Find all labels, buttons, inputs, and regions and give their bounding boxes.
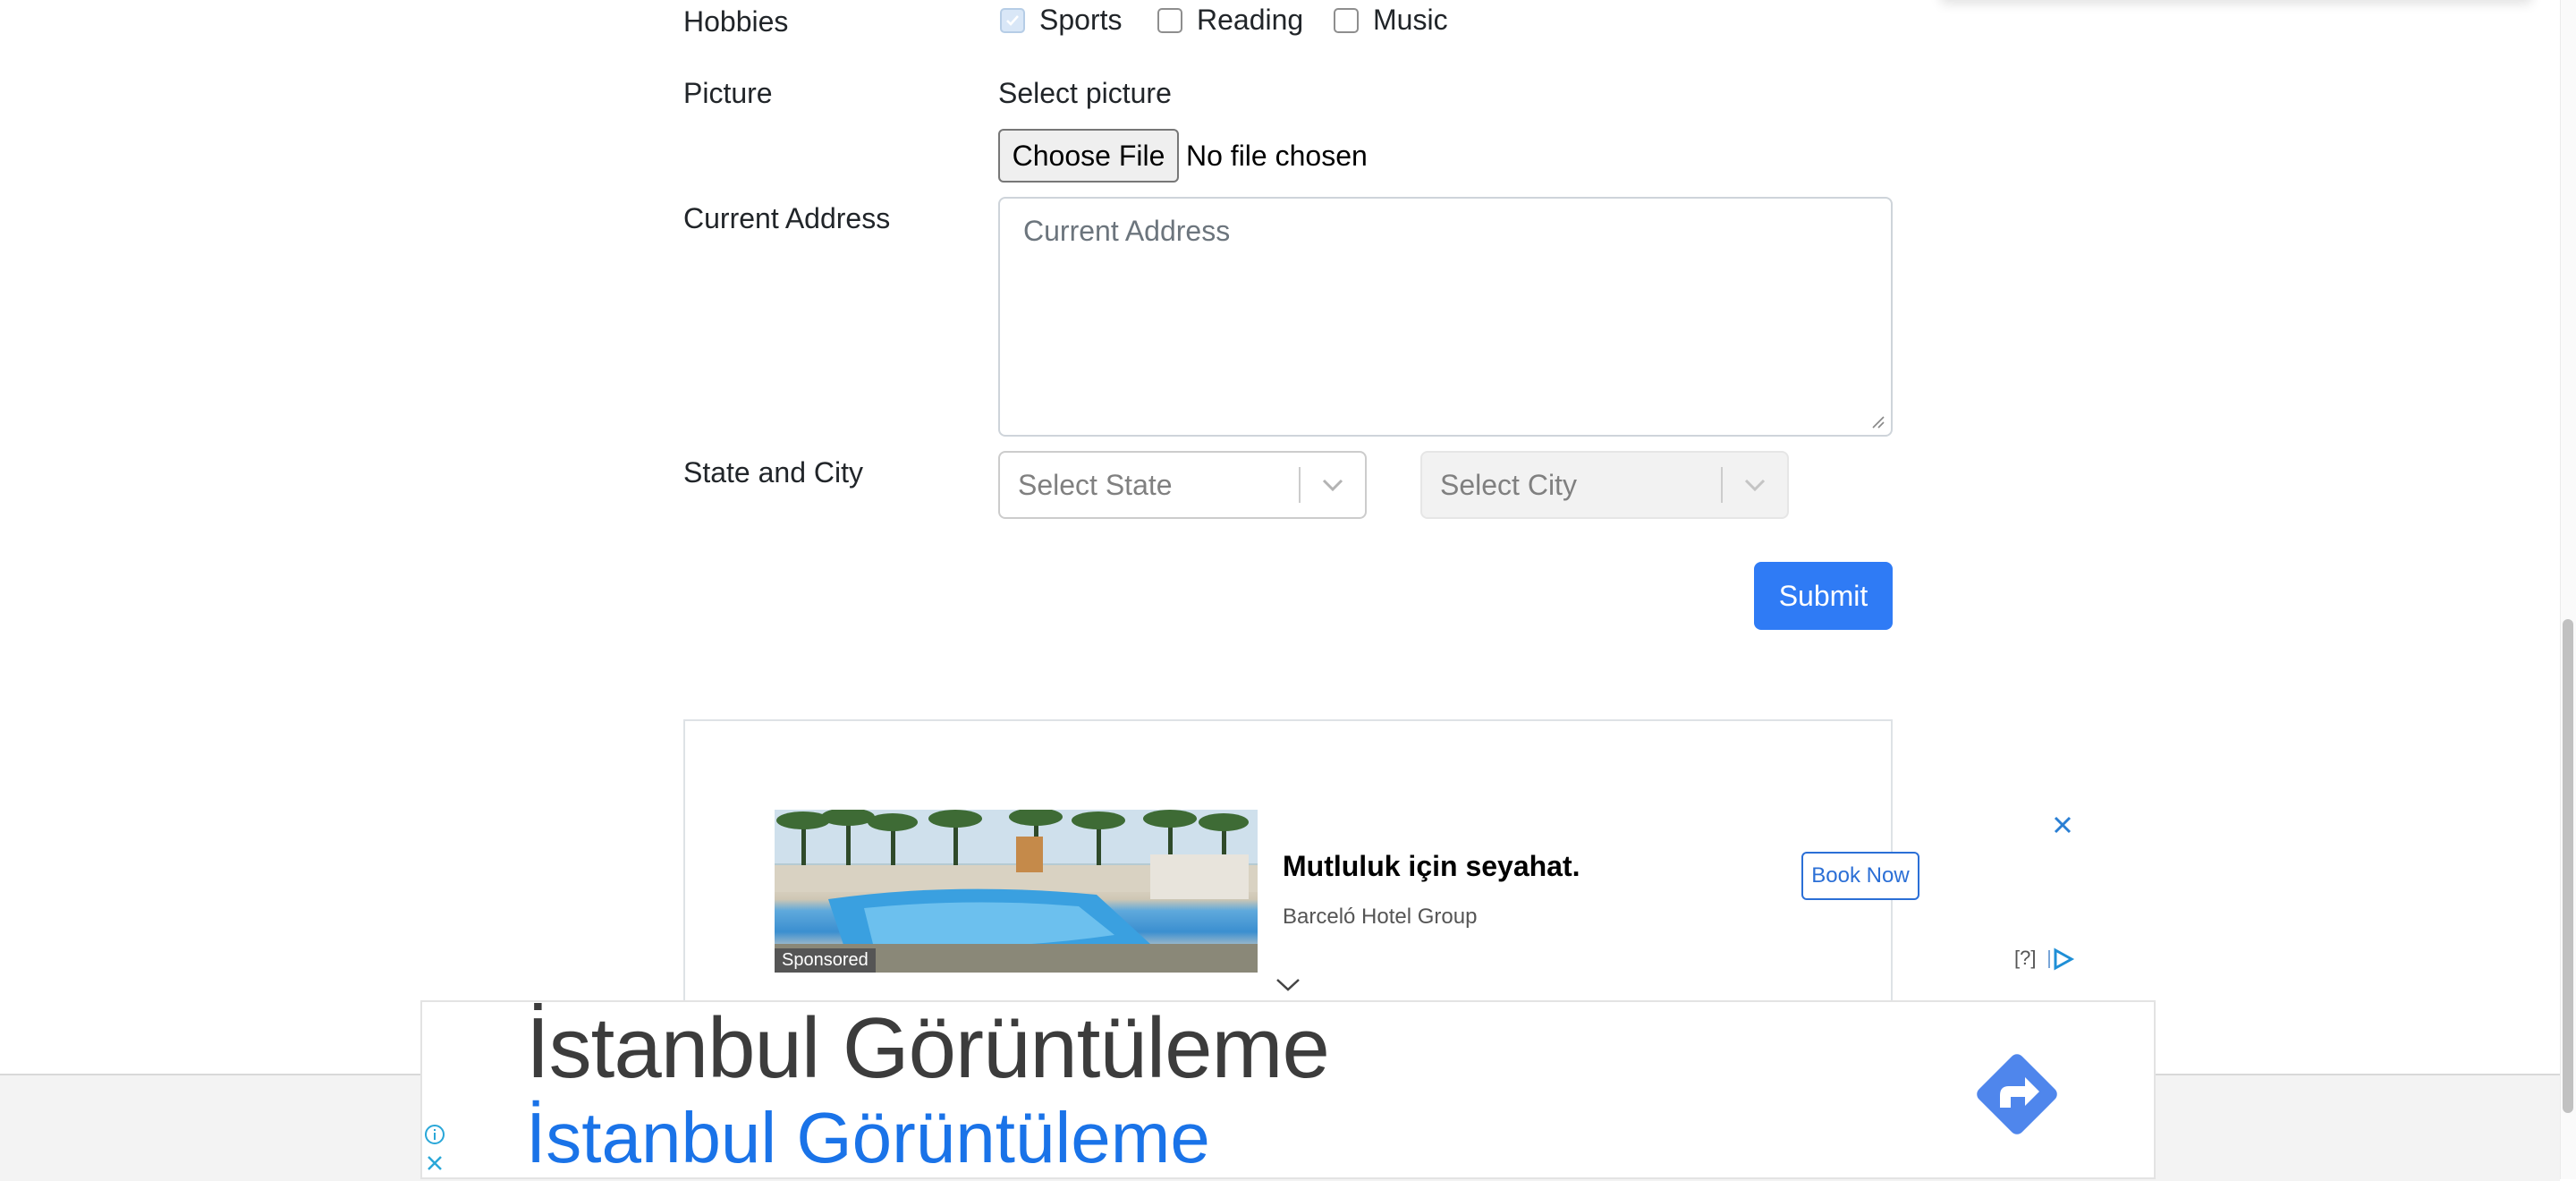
reading-label[interactable]: Reading — [1197, 4, 1303, 37]
info-icon[interactable] — [424, 1124, 445, 1145]
state-placeholder: Select State — [1018, 468, 1173, 501]
music-checkbox[interactable] — [1334, 7, 1359, 33]
adchoices-icon[interactable] — [2046, 947, 2077, 972]
hobby-sports-option[interactable]: Sports — [1000, 4, 1122, 37]
hobby-music-option[interactable]: Music — [1334, 4, 1448, 37]
current-address-label: Current Address — [683, 202, 891, 234]
check-icon — [1006, 14, 1019, 26]
music-label[interactable]: Music — [1373, 4, 1448, 37]
hobbies-label: Hobbies — [683, 5, 789, 38]
city-placeholder: Select City — [1440, 468, 1577, 501]
book-now-button[interactable]: Book Now — [1801, 852, 1919, 900]
ad-advertiser[interactable]: Barceló Hotel Group — [1283, 905, 1477, 930]
chevron-down-icon[interactable] — [1274, 975, 1302, 995]
file-status-text: No file chosen — [1186, 140, 1368, 172]
resize-grip-icon[interactable] — [1869, 413, 1885, 429]
close-icon[interactable] — [424, 1152, 445, 1174]
ad-title[interactable]: Mutluluk için seyahat. — [1283, 850, 1580, 883]
chevron-down-icon[interactable] — [1723, 453, 1787, 517]
current-address-textarea[interactable]: Current Address — [998, 197, 1893, 437]
choose-file-button[interactable]: Choose File — [998, 129, 1179, 183]
picture-label: Picture — [683, 77, 773, 109]
scrollbar-thumb[interactable] — [2563, 619, 2573, 1113]
chevron-down-icon[interactable] — [1301, 453, 1365, 517]
reading-checkbox[interactable] — [1157, 7, 1182, 33]
banner-headline[interactable]: İstanbul Görüntüleme — [526, 1002, 1330, 1095]
city-select[interactable]: Select City — [1420, 451, 1789, 519]
banner-link[interactable]: İstanbul Görüntüleme — [526, 1097, 1210, 1179]
sports-checkbox[interactable] — [1000, 7, 1025, 33]
ad-hotel-image[interactable]: Sponsored — [775, 810, 1258, 973]
ad-help-link[interactable]: [?] — [2014, 947, 2036, 970]
select-picture-label: Select picture — [998, 77, 1172, 109]
close-icon[interactable] — [2050, 812, 2075, 837]
sponsored-badge: Sponsored — [775, 948, 876, 973]
hobby-reading-option[interactable]: Reading — [1157, 4, 1303, 37]
state-select[interactable]: Select State — [998, 451, 1367, 519]
directions-arrow-icon[interactable] — [1968, 1045, 2066, 1143]
address-placeholder: Current Address — [1023, 215, 1231, 247]
sports-label[interactable]: Sports — [1039, 4, 1122, 37]
submit-button[interactable]: Submit — [1754, 562, 1893, 630]
state-city-label: State and City — [683, 456, 863, 489]
